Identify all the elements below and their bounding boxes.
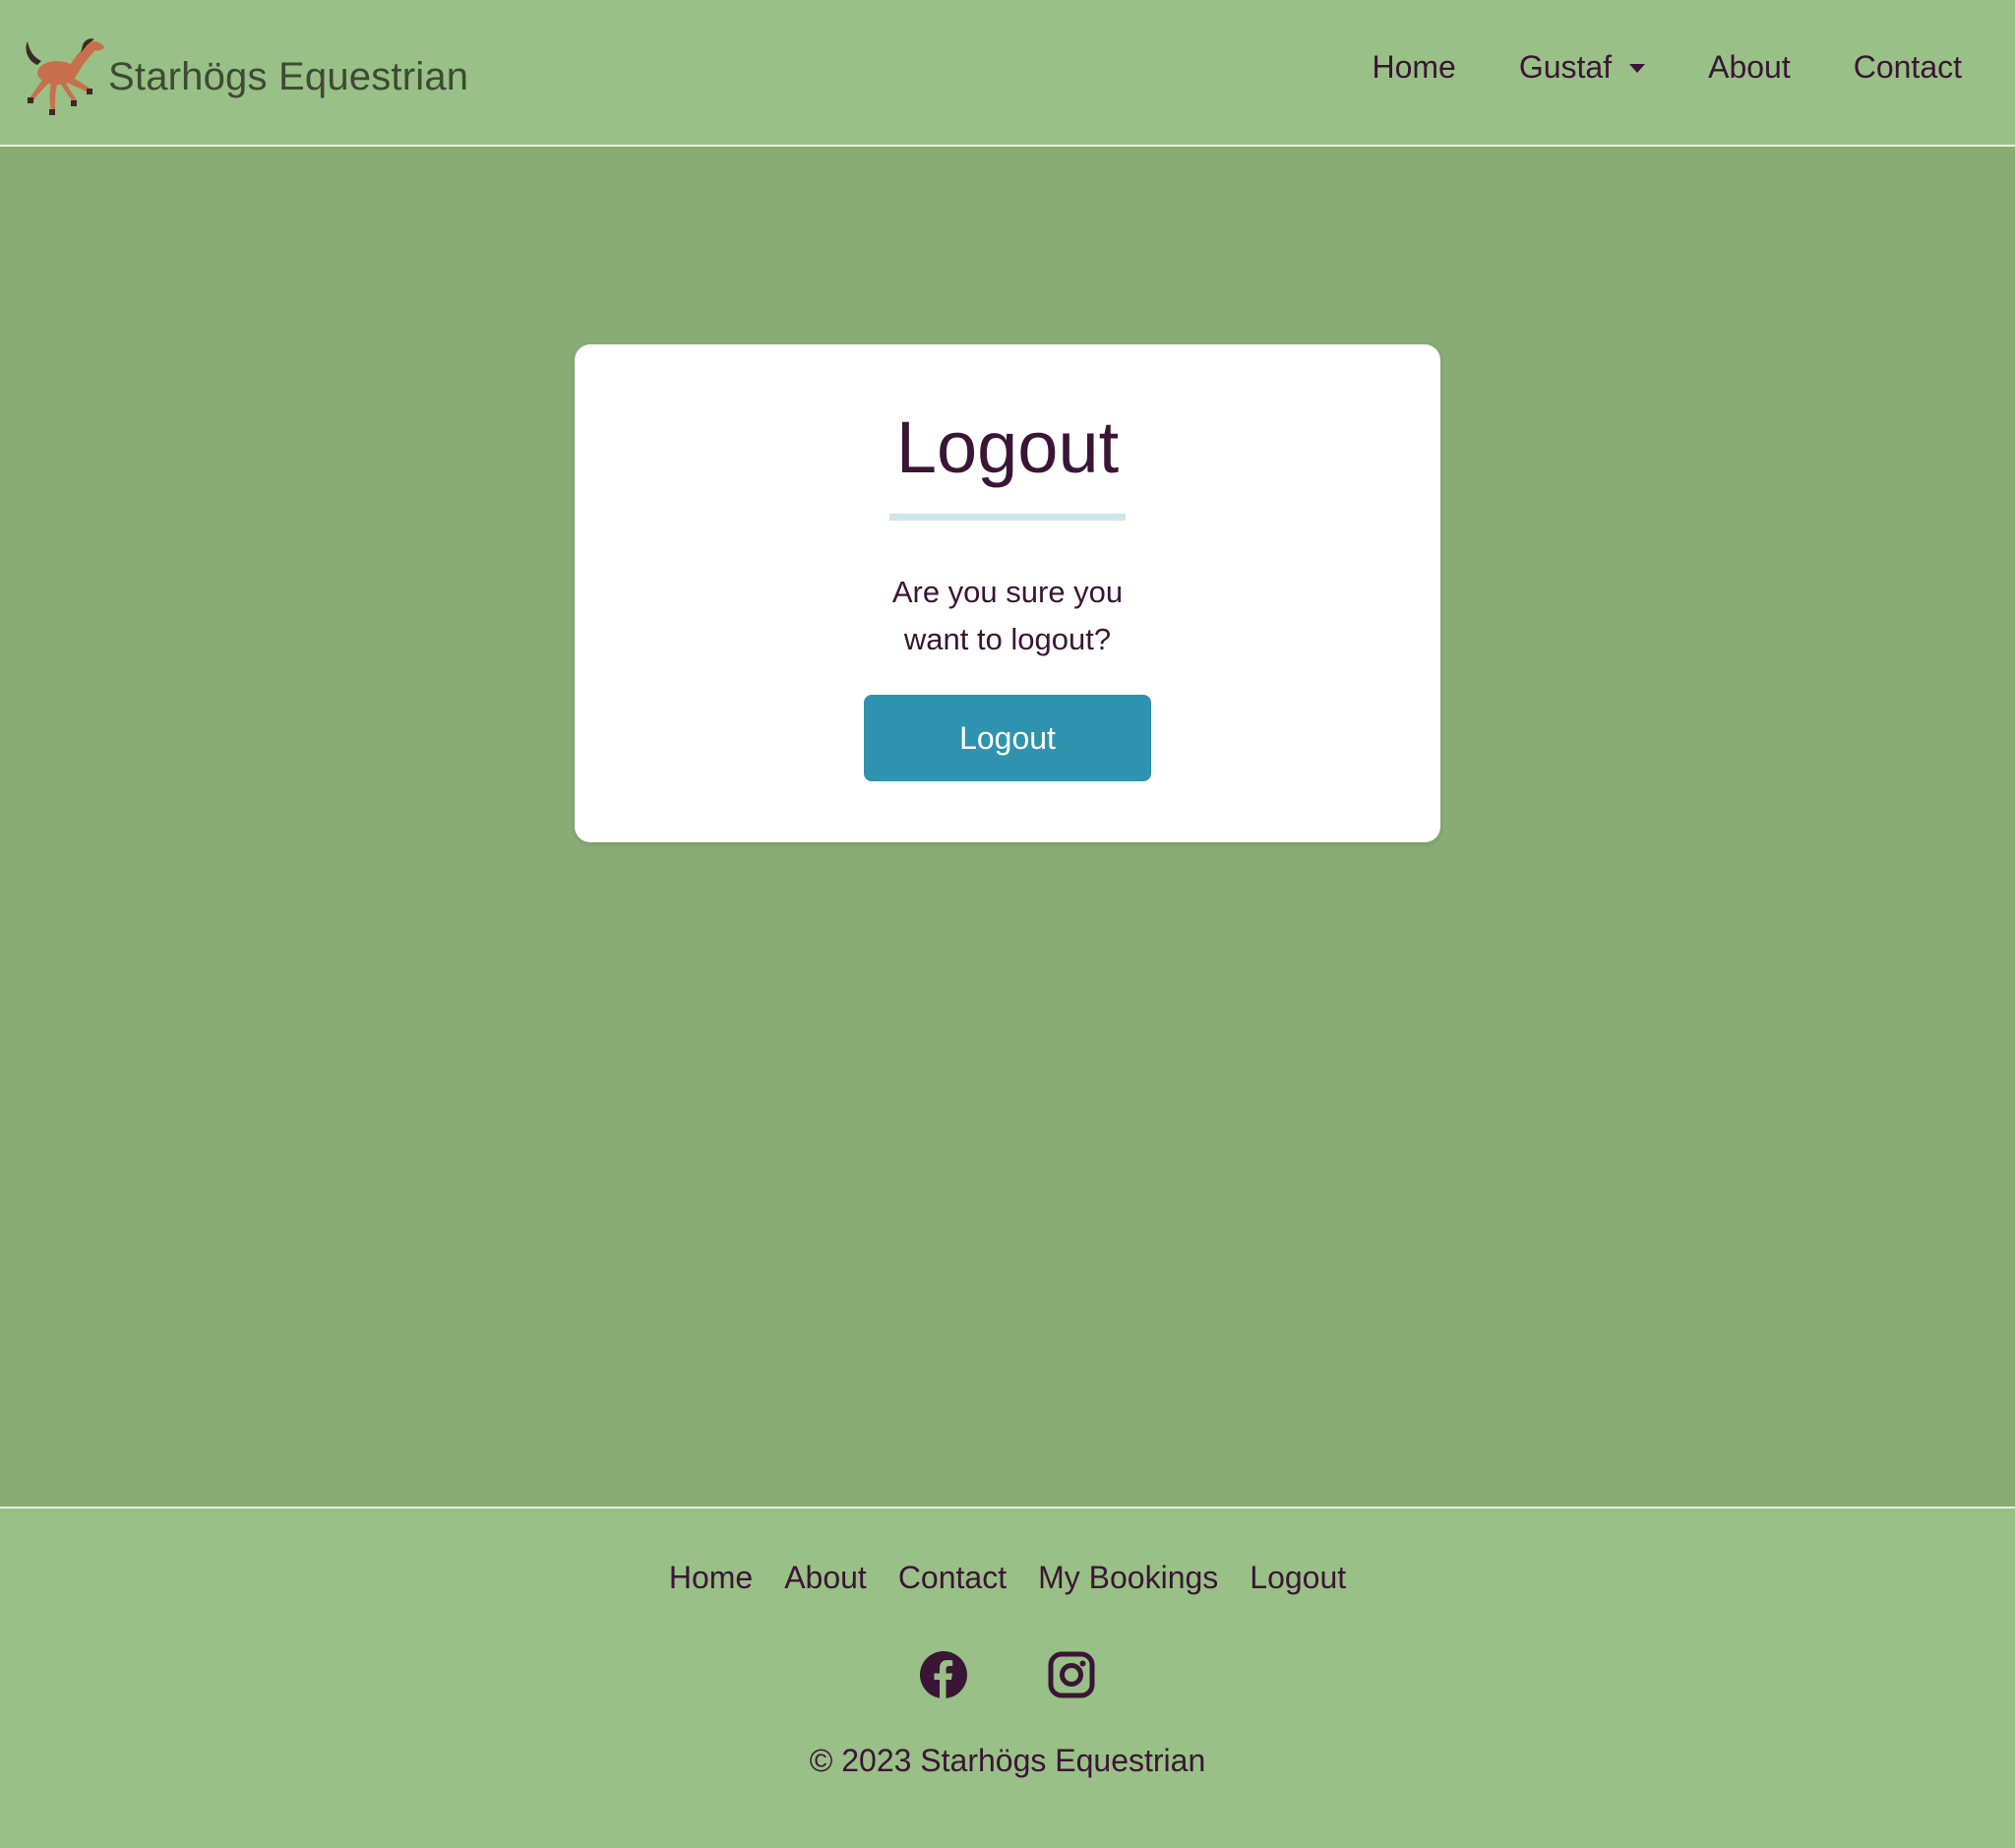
navbar: Starhögs Equestrian Home Gustaf About Co… [0,0,2015,147]
nav-home-link[interactable]: Home [1372,49,1455,86]
horse-icon [26,38,104,115]
nav-contact-link[interactable]: Contact [1854,49,1962,86]
brand-name: Starhögs Equestrian [108,54,469,98]
nav-contact-label: Contact [1853,49,1962,85]
nav-user-dropdown[interactable]: Gustaf [1518,49,1646,86]
caret-down-icon [1629,64,1646,73]
footer-logout-link[interactable]: Logout [1250,1560,1346,1596]
copyright-text: © 2023 Starhögs Equestrian [809,1743,1206,1778]
nav-about-link[interactable]: About [1708,49,1791,86]
main-nav: Home Gustaf About Contact [1309,49,1962,86]
logout-confirm-line2: want to logout? [903,622,1112,656]
logout-confirm-message: Are you sure you want to logout? [575,569,1440,663]
nav-about-label: About [1708,49,1791,85]
logout-card: Logout Are you sure you want to logout? … [575,344,1440,842]
footer-home-link[interactable]: Home [669,1560,753,1596]
footer: Home About Contact My Bookings Logout © … [0,1507,2015,1848]
footer-about-link[interactable]: About [784,1560,867,1596]
facebook-icon[interactable] [919,1650,968,1699]
logout-confirm-line1: Are you sure you [891,575,1124,609]
nav-home-label: Home [1372,49,1456,85]
footer-contact-link[interactable]: Contact [898,1560,1007,1596]
brand-link[interactable]: Starhögs Equestrian [22,35,468,118]
nav-user-label: Gustaf [1518,49,1613,85]
page-title: Logout [895,406,1120,488]
footer-nav: Home About Contact My Bookings Logout [0,1560,2015,1596]
instagram-icon[interactable] [1047,1650,1096,1699]
footer-my-bookings-link[interactable]: My Bookings [1038,1560,1218,1596]
logout-button[interactable]: Logout [864,695,1151,781]
social-links [0,1650,2015,1699]
title-underline [889,514,1126,521]
